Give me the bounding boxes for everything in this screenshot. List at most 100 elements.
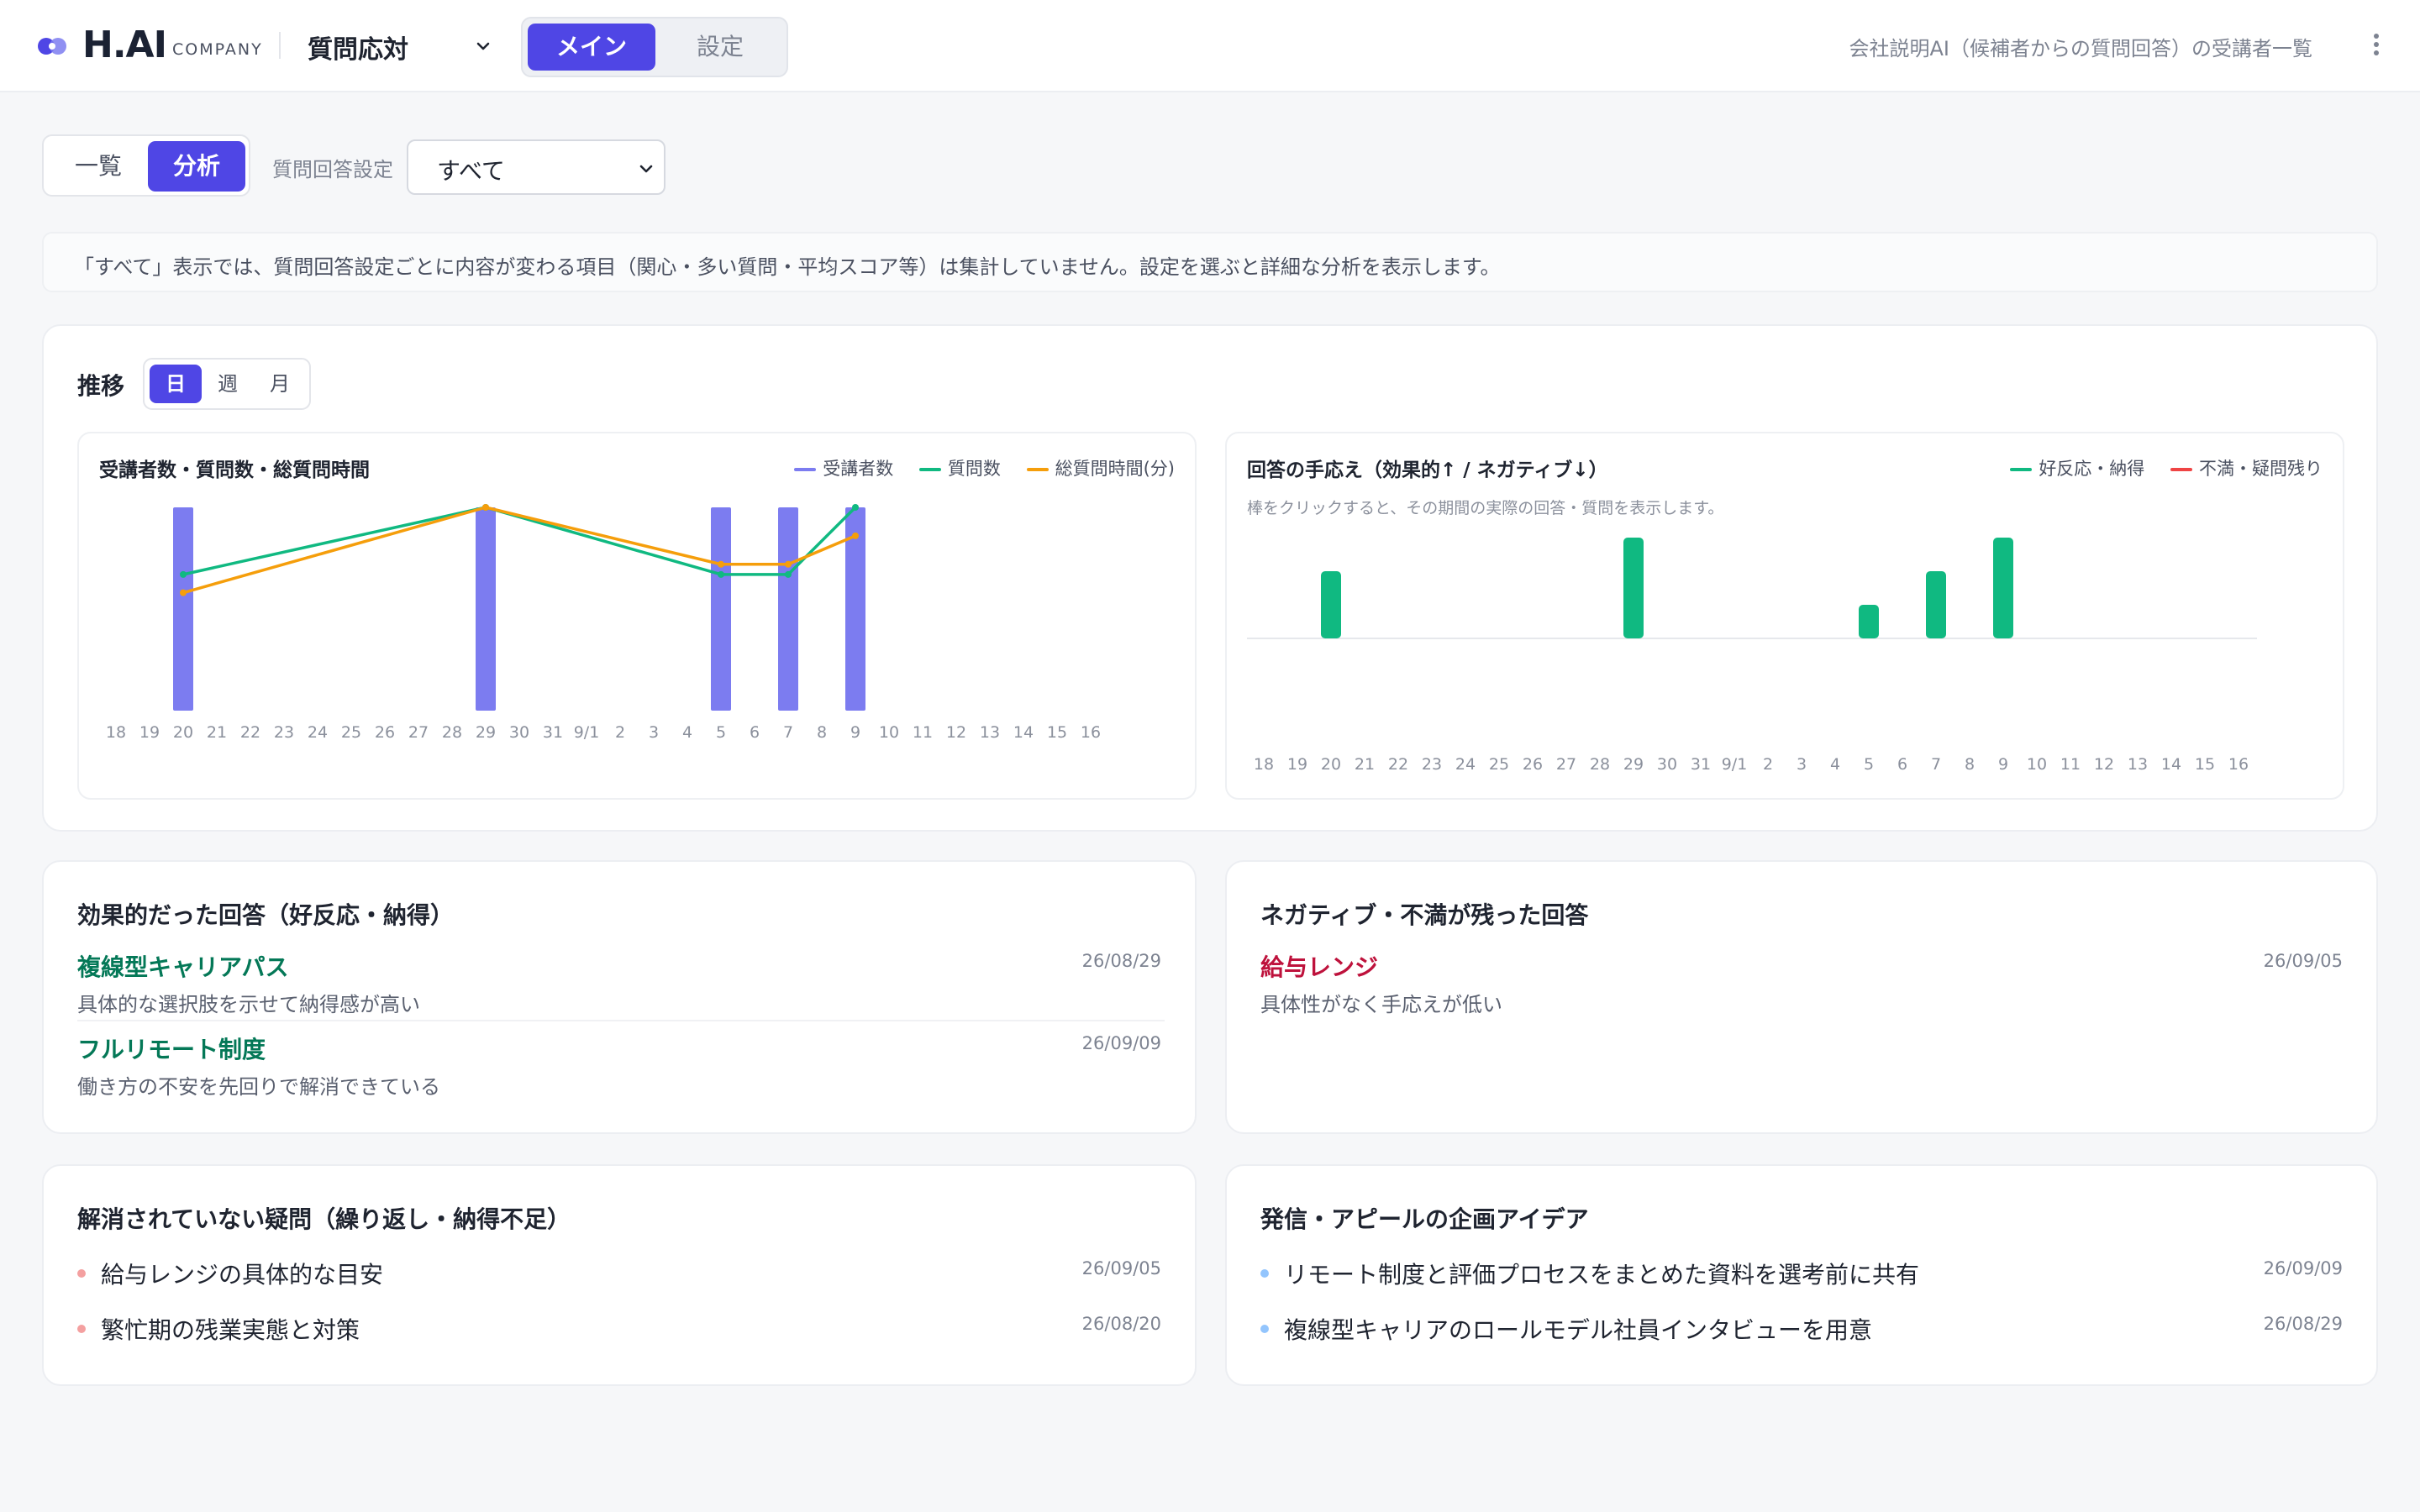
- x-tick-label: 30: [1657, 755, 1677, 774]
- bullet-icon: [77, 1325, 86, 1333]
- legend-item: 好反応・納得: [2010, 455, 2144, 480]
- tab-list[interactable]: 一覧: [50, 141, 146, 192]
- item-date: 26/08/20: [1081, 1314, 1161, 1334]
- x-tick-label: 31: [1691, 755, 1711, 774]
- item-date: 26/08/29: [1081, 951, 1161, 971]
- appeal-ideas-title: 発信・アピールの企画アイデア: [1260, 1205, 1589, 1233]
- x-tick-label: 20: [1321, 755, 1341, 774]
- info-notice: 「すべて」表示では、質問回答設定ごとに内容が変わる項目（関心・多い質問・平均スコ…: [42, 232, 2378, 292]
- x-tick-label: 12: [946, 723, 966, 742]
- period-month-button[interactable]: 月: [254, 365, 306, 403]
- x-tick-label: 18: [106, 723, 126, 742]
- item-title: フルリモート制度: [77, 1036, 266, 1063]
- participants-bar: [476, 507, 496, 711]
- bullet-icon: [1260, 1325, 1269, 1333]
- response-chart-title: 回答の手応え（効果的↑ / ネガティブ↓）: [1247, 459, 1608, 481]
- x-tick-label: 22: [240, 723, 260, 742]
- x-tick-label: 15: [1047, 723, 1067, 742]
- x-tick-label: 7: [1931, 755, 1941, 774]
- list-item[interactable]: 給与レンジ 具体性がなく手応えが低い: [1260, 949, 1502, 1017]
- mode-settings-button[interactable]: 設定: [657, 24, 783, 71]
- appeal-ideas-card: 発信・アピールの企画アイデア リモート制度と評価プロセスをまとめた資料を選考前に…: [1225, 1164, 2378, 1386]
- list-item: 繁忙期の残業実態と対策: [77, 1312, 360, 1346]
- x-tick-label: 27: [1556, 755, 1576, 774]
- more-options-icon[interactable]: [2366, 30, 2386, 64]
- x-tick-label: 28: [442, 723, 462, 742]
- mode-toggle: メイン 設定: [521, 17, 788, 77]
- x-tick-label: 13: [2128, 755, 2148, 774]
- legend-label: 好反応・納得: [2039, 459, 2145, 479]
- bullet-icon: [1260, 1269, 1269, 1278]
- list-item[interactable]: 複線型キャリアパス 具体的な選択肢を示せて納得感が高い: [77, 949, 420, 1017]
- question-time-line-point: [718, 560, 724, 568]
- unresolved-questions-title: 解消されていない疑問（繰り返し・納得不足）: [77, 1205, 571, 1233]
- item-title: 給与レンジ: [1260, 953, 1379, 981]
- logo-icon: [38, 38, 66, 55]
- view-tabs: 一覧 分析: [42, 134, 250, 197]
- feature-select[interactable]: 質問応対: [308, 29, 492, 66]
- item-title: 複線型キャリアパス: [77, 953, 289, 981]
- x-tick-label: 27: [408, 723, 429, 742]
- legend-item: 総質問時間(分): [1026, 455, 1175, 480]
- period-day-button[interactable]: 日: [150, 365, 202, 403]
- x-tick-label: 14: [2161, 755, 2181, 774]
- x-tick-label: 9: [850, 723, 860, 742]
- x-tick-label: 9/1: [1722, 755, 1748, 774]
- response-chart-panel: 18 19 20 21 22 23 24 25 26 27 28 29 30 31 9/1 2 3 4 5 6 7 8 9 1…: [1225, 432, 2344, 800]
- item-description: 具体的な選択肢を示せて納得感が高い: [77, 993, 420, 1016]
- legend-item: 受講者数: [794, 455, 893, 480]
- legend-item: 質問数: [918, 455, 1001, 480]
- activity-chart-panel: 18 19 20 21 22 23 24 25 26 27 28 29 30 31 9/1 2 3 4 5 6 7 8 9 1…: [77, 432, 1197, 800]
- x-tick-label: 26: [375, 723, 395, 742]
- tab-analysis[interactable]: 分析: [148, 141, 245, 192]
- response-chart-legend: 好反応・納得 不満・疑問残り: [1990, 455, 2323, 480]
- x-tick-label: 12: [2094, 755, 2114, 774]
- x-tick-label: 11: [2060, 755, 2081, 774]
- x-tick-label: 15: [2195, 755, 2215, 774]
- x-tick-label: 24: [308, 723, 328, 742]
- questions-line-point: [785, 570, 792, 578]
- bullet-icon: [77, 1269, 86, 1278]
- x-tick-label: 16: [2228, 755, 2249, 774]
- questions-line-point: [852, 504, 859, 511]
- negative-answers-title: ネガティブ・不満が残った回答: [1260, 901, 1589, 929]
- qa-setting-label: 質問回答設定: [272, 158, 393, 181]
- mode-main-button[interactable]: メイン: [528, 24, 655, 71]
- x-tick-label: 8: [817, 723, 827, 742]
- effective-answers-card: 効果的だった回答（好反応・納得） 複線型キャリアパス 具体的な選択肢を示せて納得…: [42, 860, 1197, 1134]
- question-time-line-point: [180, 589, 187, 596]
- x-tick-label: 2: [615, 723, 625, 742]
- x-tick-label: 23: [1422, 755, 1442, 774]
- question-time-line-point: [785, 560, 792, 568]
- feature-select-label: 質問応対: [308, 35, 408, 65]
- x-tick-label: 23: [274, 723, 294, 742]
- activity-chart-legend: 受講者数 質問数 総質問時間(分): [774, 455, 1175, 480]
- x-tick-label: 25: [1489, 755, 1509, 774]
- x-tick-label: 8: [1965, 755, 1975, 774]
- activity-chart-title: 受講者数・質問数・総質問時間: [99, 459, 370, 481]
- list-item[interactable]: フルリモート制度 働き方の不安を先回りで解消できている: [77, 1032, 440, 1100]
- x-tick-label: 21: [1355, 755, 1375, 774]
- positive-bar: [1859, 605, 1879, 638]
- positive-bar: [1321, 571, 1341, 638]
- qa-setting-select[interactable]: すべて: [407, 139, 666, 195]
- x-tick-label: 3: [649, 723, 659, 742]
- item-description: 具体性がなく手応えが低い: [1260, 993, 1502, 1016]
- x-tick-label: 18: [1254, 755, 1274, 774]
- item-text: 複線型キャリアのロールモデル社員インタビューを用意: [1284, 1316, 1873, 1344]
- x-tick-label: 25: [341, 723, 361, 742]
- x-tick-label: 19: [139, 723, 160, 742]
- x-tick-label: 5: [716, 723, 726, 742]
- x-tick-label: 11: [913, 723, 933, 742]
- x-tick-label: 9: [1998, 755, 2008, 774]
- list-item: リモート制度と評価プロセスをまとめた資料を選考前に共有: [1260, 1257, 1919, 1290]
- period-week-button[interactable]: 週: [202, 365, 254, 403]
- x-tick-label: 29: [476, 723, 496, 742]
- x-tick-label: 28: [1590, 755, 1610, 774]
- list-item: 複線型キャリアのロールモデル社員インタビューを用意: [1260, 1312, 1872, 1346]
- x-tick-label: 22: [1388, 755, 1408, 774]
- x-tick-label: 3: [1797, 755, 1807, 774]
- x-tick-label: 6: [750, 723, 760, 742]
- unresolved-questions-card: 解消されていない疑問（繰り返し・納得不足） 給与レンジの具体的な目安 26/09…: [42, 1164, 1197, 1386]
- info-notice-text: 「すべて」表示では、質問回答設定ごとに内容が変わる項目（関心・多い質問・平均スコ…: [74, 255, 1501, 279]
